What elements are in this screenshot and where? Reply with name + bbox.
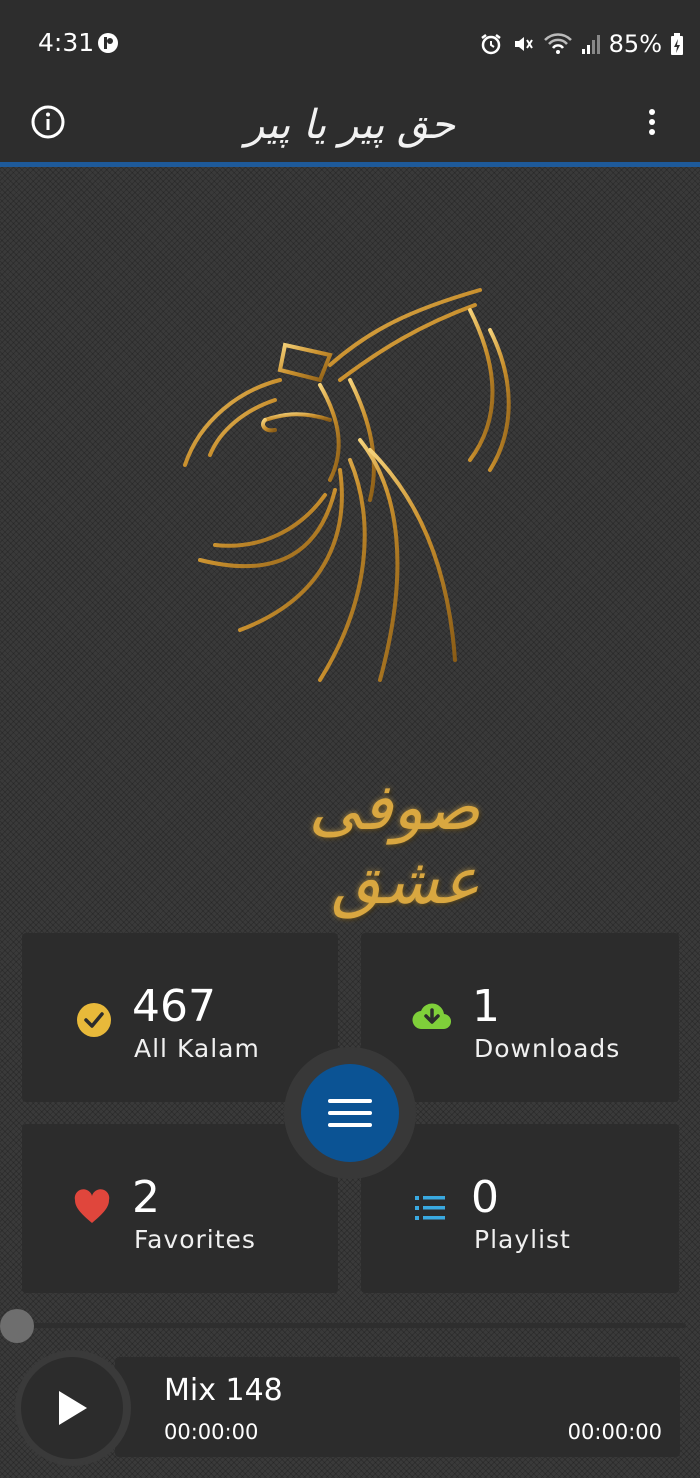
play-button[interactable] [21, 1357, 123, 1459]
list-icon [415, 1196, 445, 1220]
favorites-label: Favorites [134, 1225, 256, 1254]
downloads-tile[interactable]: 1 Downloads [361, 933, 679, 1102]
menu-button[interactable] [301, 1064, 399, 1162]
hamburger-menu-icon [328, 1099, 372, 1127]
check-circle-icon [77, 1003, 111, 1037]
app-notification-icon [98, 33, 118, 53]
favorites-tile[interactable]: 2 Favorites [22, 1124, 338, 1293]
cloud-download-icon [412, 1003, 452, 1030]
all-kalam-label: All Kalam [134, 1034, 260, 1063]
playlist-tile[interactable]: 0 Playlist [361, 1124, 679, 1293]
seek-bar[interactable] [18, 1323, 686, 1328]
all-kalam-count: 467 [132, 981, 216, 1032]
all-kalam-tile[interactable]: 467 All Kalam [22, 933, 338, 1102]
signal-icon [581, 35, 600, 54]
status-icons: 85% [479, 28, 684, 60]
downloads-count: 1 [472, 981, 500, 1032]
alarm-icon [480, 34, 501, 55]
app-bar-accent-line [0, 162, 700, 167]
elapsed-time: 00:00:00 [164, 1420, 259, 1444]
status-time: 4:31 [38, 28, 95, 57]
play-icon [59, 1391, 87, 1425]
more-vert-icon[interactable] [640, 104, 664, 140]
playlist-label: Playlist [474, 1225, 571, 1254]
sufi-ishq-calligraphy: صوفی عشق [308, 771, 480, 919]
downloads-label: Downloads [474, 1034, 621, 1063]
playlist-count: 0 [471, 1172, 499, 1223]
info-icon[interactable] [30, 104, 66, 140]
track-title: Mix 148 [164, 1373, 283, 1408]
whirling-dervish-illustration [183, 288, 511, 682]
app-title: حق پیر یا پیر [244, 102, 456, 148]
total-time: 00:00:00 [567, 1420, 662, 1444]
mute-icon [514, 37, 533, 51]
battery-percentage: 85% [608, 30, 662, 58]
status-bar: 4:31 85% [0, 0, 700, 88]
wifi-icon [543, 33, 572, 54]
battery-charging-icon [671, 33, 683, 55]
seek-thumb[interactable] [0, 1309, 34, 1343]
favorites-count: 2 [132, 1172, 160, 1223]
heart-icon [74, 1189, 110, 1223]
